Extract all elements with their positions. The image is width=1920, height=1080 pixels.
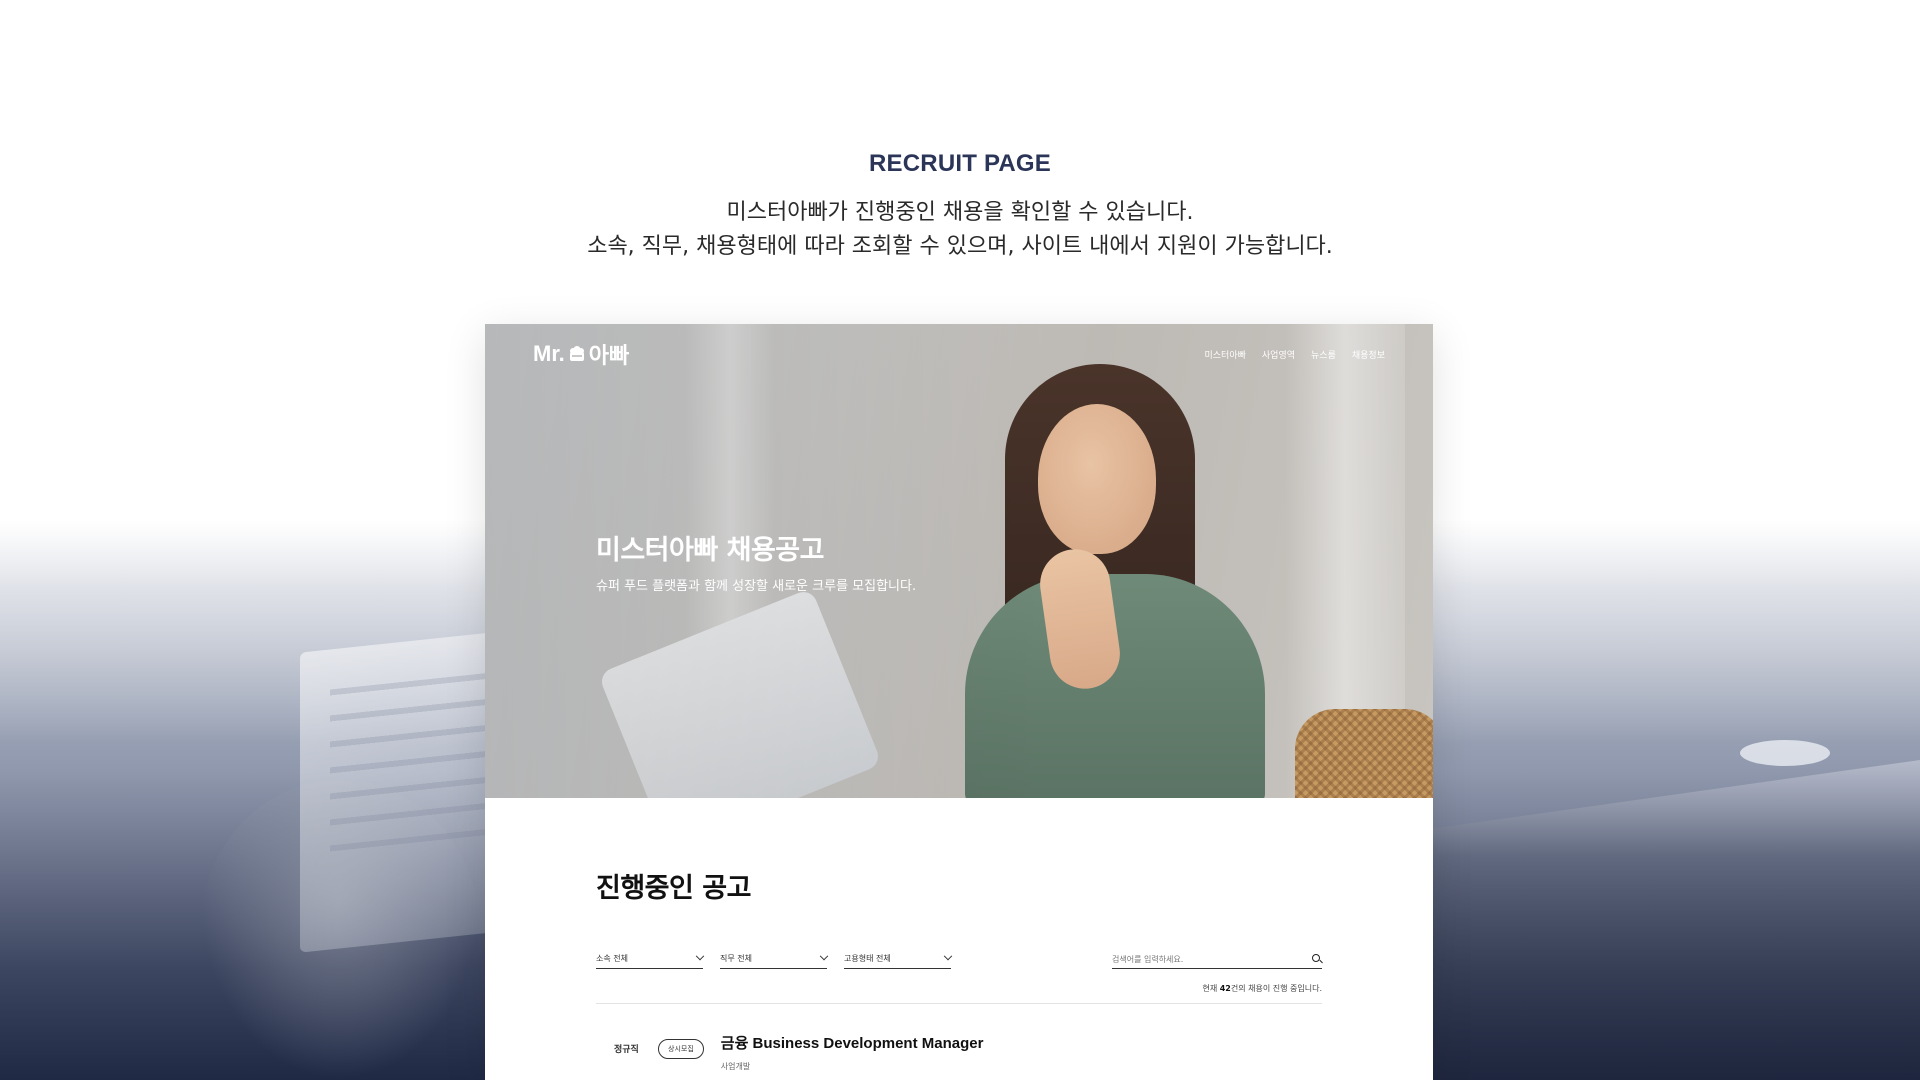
- job-status-badge: 상시모집: [658, 1039, 704, 1059]
- job-employment-type: 정규직: [614, 1045, 639, 1055]
- nav-menu: 미스터아빠 사업영역 뉴스룸 채용정보: [1205, 348, 1386, 361]
- count-prefix: 현재: [1202, 984, 1220, 993]
- nav-item-mrappa[interactable]: 미스터아빠: [1205, 348, 1246, 361]
- site-nav: Mr. 아빠 미스터아빠 사업영역 뉴스룸 채용정보: [485, 324, 1433, 384]
- section-title: 진행중인 공고: [596, 873, 751, 904]
- employment-type-select-value: 고용형태 전체: [844, 954, 891, 963]
- search-input[interactable]: [1112, 954, 1292, 964]
- intro-line-2: 소속, 직무, 채용형태에 따라 조회할 수 있으며, 사이트 내에서 지원이 …: [587, 234, 1333, 259]
- job-list-item[interactable]: 정규직 상시모집 금융 Business Development Manager…: [596, 1032, 1322, 1072]
- intro-header: RECRUIT PAGE 미스터아빠가 진행중인 채용을 확인할 수 있습니다.…: [0, 150, 1920, 264]
- logo-chef-icon: [569, 346, 584, 361]
- job-title[interactable]: 금융 Business Development Manager: [721, 1032, 984, 1053]
- chevron-down-icon: [695, 951, 705, 960]
- search-box: [1112, 954, 1322, 969]
- affiliation-select[interactable]: 소속 전체: [596, 951, 705, 969]
- job-info: 금융 Business Development Manager 사업개발: [721, 1032, 984, 1072]
- job-department: 사업개발: [720, 1062, 751, 1071]
- job-listing-section: 진행중인 공고 소속 전체 직무 전체 고용형태 전체 현재 42건의 채용이 …: [485, 866, 1433, 1072]
- nav-item-recruit[interactable]: 채용정보: [1352, 348, 1385, 361]
- hero-title: 미스터아빠 채용공고: [596, 535, 824, 566]
- logo-text: Mr.: [533, 341, 565, 366]
- intro-title: RECRUIT PAGE: [869, 150, 1051, 177]
- filter-bar: 소속 전체 직무 전체 고용형태 전체: [596, 945, 1322, 969]
- intro-line-1: 미스터아빠가 진행중인 채용을 확인할 수 있습니다.: [726, 200, 1194, 225]
- hero-banner: Mr. 아빠 미스터아빠 사업영역 뉴스룸 채용정보 미스터아빠 채용공고 슈퍼…: [485, 324, 1433, 798]
- nav-item-newsroom[interactable]: 뉴스룸: [1311, 348, 1336, 361]
- job-count-text: 현재 42건의 채용이 진행 중입니다.: [596, 983, 1322, 994]
- intro-description: 미스터아빠가 진행중인 채용을 확인할 수 있습니다. 소속, 직무, 채용형태…: [0, 196, 1920, 264]
- job-role-select-value: 직무 전체: [720, 954, 752, 963]
- job-role-select[interactable]: 직무 전체: [720, 951, 829, 969]
- nav-item-business[interactable]: 사업영역: [1262, 348, 1295, 361]
- hero-subtitle: 슈퍼 푸드 플랫폼과 함께 성장할 새로운 크루를 모집합니다.: [596, 579, 917, 594]
- search-icon[interactable]: [1312, 954, 1322, 964]
- site-logo[interactable]: Mr. 아빠: [533, 338, 629, 370]
- count-suffix: 건의 채용이 진행 중입니다.: [1230, 984, 1322, 993]
- logo-korean: 아빠: [588, 343, 630, 368]
- chevron-down-icon: [819, 951, 829, 960]
- recruit-page-mockup: Mr. 아빠 미스터아빠 사업영역 뉴스룸 채용정보 미스터아빠 채용공고 슈퍼…: [485, 324, 1433, 1080]
- chevron-down-icon: [943, 951, 953, 960]
- job-count-value: 42: [1219, 984, 1231, 993]
- background-mouse: [1740, 740, 1830, 766]
- employment-type-select[interactable]: 고용형태 전체: [844, 951, 953, 969]
- divider: [596, 1003, 1322, 1004]
- affiliation-select-value: 소속 전체: [596, 954, 628, 963]
